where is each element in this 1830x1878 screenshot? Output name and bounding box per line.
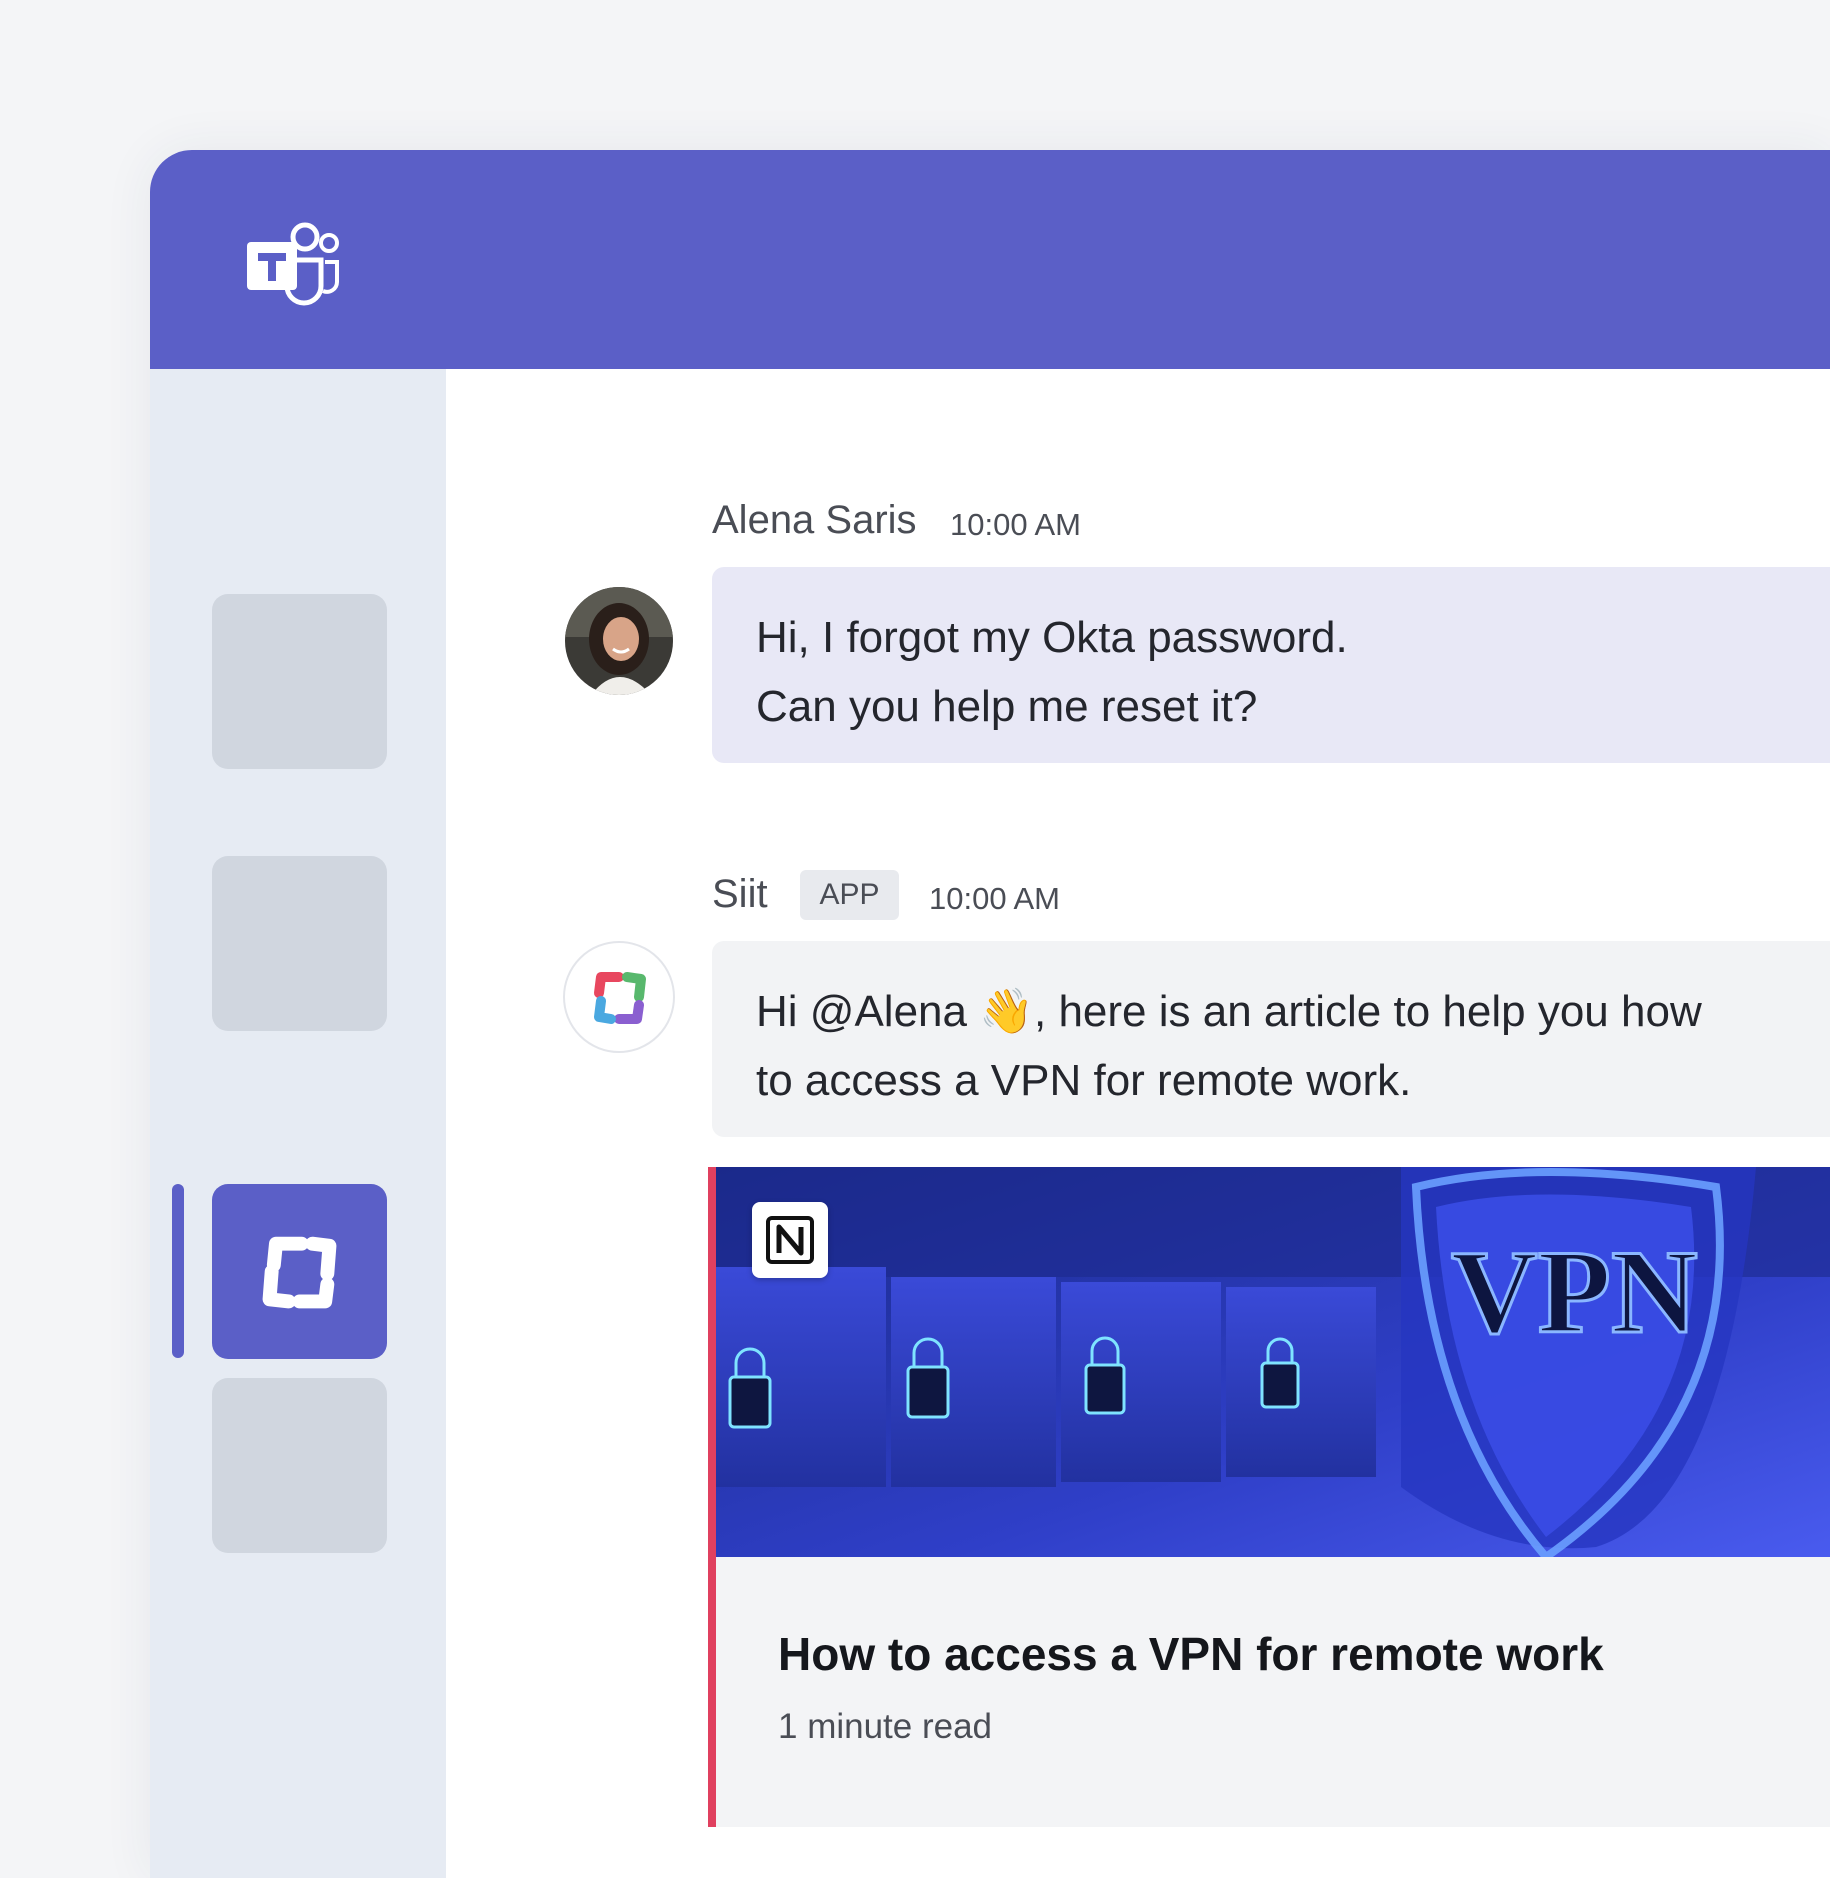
article-image[interactable]: VPN (716, 1167, 1830, 1557)
message-text-line: Can you help me reset it? (756, 682, 1258, 731)
user-avatar[interactable] (565, 587, 673, 695)
app-badge: APP (800, 870, 899, 920)
message-text: Hi @Alena (756, 987, 980, 1036)
siit-logo-icon (594, 972, 646, 1024)
message-text-line: Hi @Alena 👋, here is an article to help … (756, 977, 1798, 1046)
message-text-line: to access a VPN for remote work. (756, 1056, 1412, 1105)
active-indicator (172, 1184, 184, 1358)
sender-name: Alena Saris (712, 498, 917, 542)
sidebar-item-1[interactable] (212, 594, 387, 769)
sidebar (150, 369, 446, 1878)
article-card[interactable]: VPN How to access a VPN for remote work … (708, 1167, 1830, 1827)
sidebar-item-4[interactable] (212, 1378, 387, 1553)
sidebar-item-2[interactable] (212, 856, 387, 1031)
message-bubble: Hi @Alena 👋, here is an article to help … (712, 941, 1830, 1137)
message-text-line: Hi, I forgot my Okta password. (756, 613, 1348, 662)
message-timestamp: 10:00 AM (950, 507, 1081, 542)
waving-hand-emoji: 👋 (979, 986, 1034, 1037)
message-timestamp: 10:00 AM (929, 881, 1060, 916)
teams-logo-icon[interactable] (245, 222, 341, 310)
article-read-time: 1 minute read (778, 1707, 993, 1746)
vpn-lock-illustration: VPN (716, 1167, 1830, 1557)
siit-logo-icon (262, 1236, 337, 1309)
notion-icon (752, 1202, 828, 1278)
sidebar-item-siit[interactable] (212, 1184, 387, 1359)
vpn-text: VPN (1451, 1225, 1698, 1358)
message-text: , here is an article to help you how (1034, 987, 1702, 1036)
sender-name: Siit (712, 872, 768, 916)
siit-avatar[interactable] (563, 941, 675, 1053)
user-avatar-photo (565, 587, 673, 695)
teams-window: Alena Saris 10:00 AM Hi, I forgot my Okt… (150, 150, 1830, 1878)
app-header (150, 150, 1830, 369)
message-bubble: Hi, I forgot my Okta password. Can you h… (712, 567, 1830, 763)
article-title[interactable]: How to access a VPN for remote work (778, 1627, 1604, 1681)
